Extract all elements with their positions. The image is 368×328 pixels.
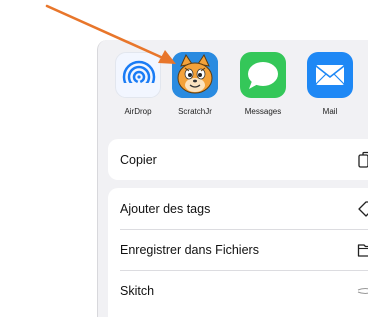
app-messages[interactable]: Messages	[233, 52, 293, 116]
app-mail[interactable]: Mail	[300, 52, 360, 116]
messages-bubble-icon	[240, 52, 286, 98]
mail-envelope-icon	[307, 52, 353, 98]
app-label-airdrop: AirDrop	[124, 107, 152, 116]
action-skitch[interactable]: Skitch	[108, 270, 368, 311]
left-pane-background	[0, 40, 97, 317]
app-scratchjr[interactable]: ScratchJr	[165, 52, 225, 116]
action-copy[interactable]: Copier	[108, 139, 368, 180]
action-label-save-to-files: Enregistrer dans Fichiers	[120, 242, 259, 257]
app-label-messages: Messages	[244, 107, 282, 116]
action-label-copy: Copier	[120, 152, 157, 167]
scratchjr-cat-icon	[172, 52, 218, 98]
share-sheet: AirDrop ScratchJr Messages Mail Copier A…	[97, 40, 368, 328]
copy-icon	[358, 151, 368, 168]
skitch-icon	[357, 287, 368, 294]
action-add-tags[interactable]: Ajouter des tags	[108, 188, 368, 229]
app-label-mail: Mail	[322, 107, 338, 116]
action-label-add-tags: Ajouter des tags	[120, 201, 211, 216]
share-apps-row: AirDrop ScratchJr Messages Mail	[108, 52, 368, 132]
copy-card: Copier	[108, 139, 368, 180]
app-airdrop[interactable]: AirDrop	[108, 52, 168, 116]
folder-icon	[357, 243, 368, 257]
action-label-skitch: Skitch	[120, 283, 155, 298]
action-save-to-files[interactable]: Enregistrer dans Fichiers	[108, 229, 368, 270]
actions-card: Ajouter des tags Enregistrer dans Fichie…	[108, 188, 368, 328]
app-label-scratchjr: ScratchJr	[178, 107, 212, 116]
tag-icon	[358, 200, 368, 217]
airdrop-icon	[115, 52, 161, 98]
